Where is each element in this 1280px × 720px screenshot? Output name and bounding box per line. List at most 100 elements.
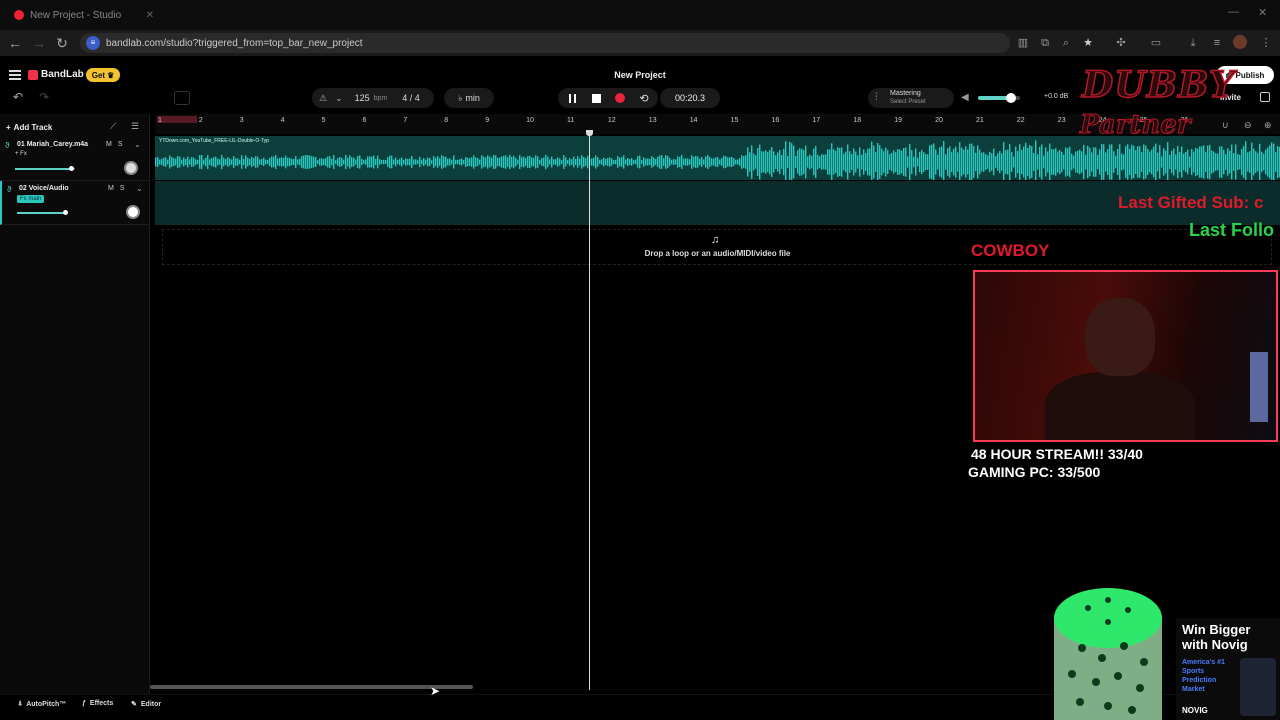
undo-icon[interactable]: ↶: [8, 90, 28, 106]
metronome-icon[interactable]: ⚠: [319, 93, 327, 104]
waveform-sample: [607, 158, 609, 166]
browser-tab[interactable]: New Project - Studio ✕: [8, 4, 158, 26]
waveform-sample: [923, 152, 925, 172]
logo-text: BandLab: [41, 69, 84, 80]
track-volume-slider[interactable]: [17, 210, 68, 215]
wand-icon[interactable]: ⟋: [110, 121, 116, 132]
waveform-sample: [803, 149, 805, 175]
reload-icon[interactable]: ↻: [53, 34, 71, 52]
mute-button[interactable]: M: [106, 141, 118, 148]
site-info-icon[interactable]: ≡: [86, 36, 100, 50]
fx-button[interactable]: Fx main: [17, 195, 45, 203]
track-volume-slider[interactable]: [15, 166, 75, 171]
tab-close-icon[interactable]: ✕: [146, 10, 158, 21]
bpm-value[interactable]: 125: [355, 93, 370, 103]
browser-menu-icon[interactable]: ⋮: [1258, 35, 1274, 51]
redo-icon[interactable]: ↷: [34, 90, 54, 106]
zoom-in-icon[interactable]: ⊕: [1264, 120, 1272, 131]
fx-button[interactable]: + Fx: [15, 151, 27, 157]
time-signature[interactable]: 4 / 4: [402, 93, 420, 103]
extensions-icon[interactable]: ✣: [1113, 35, 1129, 51]
track-header[interactable]: ϑ 02 Voice/Audio MS ⌄ Fx main: [0, 181, 150, 225]
install-app-icon[interactable]: ⧉: [1037, 35, 1053, 51]
novig-ad[interactable]: Win Bigger with Novig America's #1 Sport…: [1176, 618, 1280, 720]
download-icon[interactable]: ⤓: [1185, 35, 1201, 51]
autopitch-button[interactable]: ⍋ AutoPitch™: [18, 700, 66, 708]
editor-button[interactable]: ✎ Editor: [131, 700, 161, 709]
playhead[interactable]: [589, 132, 590, 690]
playhead-handle[interactable]: [586, 130, 593, 136]
waveform-sample: [1177, 145, 1179, 179]
track-name[interactable]: 02 Voice/Audio: [19, 185, 69, 192]
slider-handle[interactable]: [69, 166, 74, 171]
mastering-button[interactable]: ⫶ Mastering Select Preset: [868, 88, 954, 108]
effects-button[interactable]: ƒ Effects: [82, 700, 113, 707]
track-name[interactable]: 01 Mariah_Carey.m4a: [17, 141, 88, 148]
stop-button[interactable]: [587, 90, 605, 106]
slider-handle[interactable]: [63, 210, 68, 215]
waveform-sample: [1067, 148, 1069, 176]
forward-icon[interactable]: →: [30, 34, 48, 52]
notifications-icon[interactable]: [1260, 92, 1270, 102]
magnet-icon[interactable]: ∪: [1222, 120, 1229, 131]
chevron-down-icon[interactable]: ⌄: [134, 140, 141, 149]
waveform-sample: [421, 159, 423, 165]
menu-icon[interactable]: [9, 70, 21, 80]
audio-clip[interactable]: YTDown.com_YouTube_FREE-LIL-Double-O-Typ: [155, 136, 1280, 180]
pan-knob[interactable]: [126, 205, 140, 219]
waveform-sample: [259, 159, 261, 165]
track-header[interactable]: ϑ 01 Mariah_Carey.m4a MS ⌄ + Fx: [0, 137, 150, 181]
zoom-icon[interactable]: ⌕: [1058, 35, 1074, 51]
waveform-sample: [371, 156, 373, 168]
waveform-sample: [769, 149, 771, 175]
track-settings-icon[interactable]: ☰: [131, 121, 139, 132]
add-track-button[interactable]: + Add Track: [6, 120, 52, 134]
solo-button[interactable]: S: [120, 185, 131, 192]
url-bar[interactable]: ≡ bandlab.com/studio?triggered_from=top_…: [80, 33, 1010, 53]
media-control-icon[interactable]: ≡: [1209, 35, 1225, 51]
mute-button[interactable]: M: [108, 185, 120, 192]
speaker-icon[interactable]: ◀: [961, 92, 969, 103]
master-volume-knob[interactable]: [1006, 93, 1016, 103]
waveform-sample: [767, 151, 769, 173]
waveform-sample: [1273, 143, 1275, 180]
waveform-sample: [915, 148, 917, 176]
waveform-sample: [189, 159, 191, 165]
webcam-feed: [973, 270, 1278, 442]
waveform-sample: [1141, 152, 1143, 172]
reader-mode-icon[interactable]: ▥: [1015, 35, 1031, 51]
crown-icon: ♛: [107, 70, 115, 80]
waveform-sample: [469, 158, 471, 166]
loop-button[interactable]: ⟲: [635, 90, 653, 106]
track-lane[interactable]: [155, 181, 1280, 225]
waveform-sample: [827, 149, 829, 175]
get-membership-button[interactable]: Get ♛: [86, 68, 120, 82]
sidepanel-icon[interactable]: ▭: [1148, 35, 1164, 51]
waveform-sample: [493, 154, 495, 170]
profile-avatar[interactable]: [1233, 35, 1249, 51]
waveform-sample: [867, 148, 869, 176]
waveform-sample: [457, 159, 459, 165]
bookmark-star-icon[interactable]: ★: [1080, 35, 1096, 51]
chevron-down-icon[interactable]: ⌄: [136, 184, 143, 193]
pan-knob[interactable]: [124, 161, 138, 175]
waveform-sample: [1143, 144, 1145, 180]
close-window-icon[interactable]: ✕: [1258, 6, 1267, 19]
pause-button[interactable]: [563, 90, 581, 106]
zoom-out-icon[interactable]: ⊖: [1244, 120, 1252, 131]
waveform-sample: [1099, 149, 1101, 175]
record-button[interactable]: [611, 90, 629, 106]
waveform-sample: [513, 155, 515, 169]
drop-zone-text: Drop a loop or an audio/MIDI/video file: [644, 249, 791, 258]
horizontal-scrollbar[interactable]: [150, 685, 473, 689]
key-tuner-button[interactable]: ♭ min: [444, 88, 494, 108]
project-title[interactable]: New Project: [590, 70, 690, 80]
bandlab-logo[interactable]: BandLab: [28, 69, 84, 80]
waveform-sample: [167, 159, 169, 165]
minimize-icon[interactable]: —: [1228, 6, 1239, 18]
waveform-sample: [1047, 151, 1049, 173]
metronome-dropdown-icon[interactable]: ⌄: [335, 93, 343, 104]
back-icon[interactable]: ←: [6, 34, 24, 52]
instrument-toggle-icon[interactable]: [174, 91, 190, 105]
solo-button[interactable]: S: [118, 141, 129, 148]
